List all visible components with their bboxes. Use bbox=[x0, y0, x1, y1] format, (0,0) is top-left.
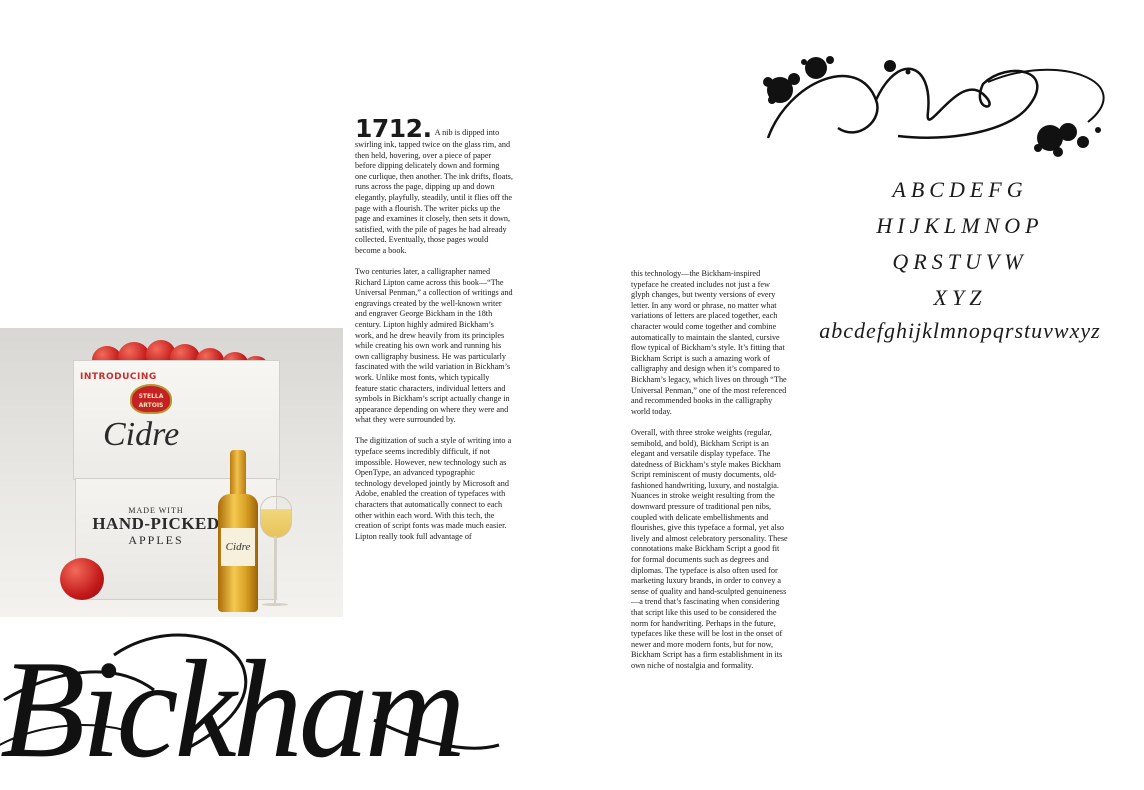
specimen-uppercase-line: HIJKLMNOP bbox=[876, 213, 1044, 238]
article-paragraph: The digitization of such a style of writ… bbox=[355, 436, 512, 541]
cider-glass bbox=[260, 496, 292, 538]
bottle-label: Cidre bbox=[221, 528, 255, 566]
specimen-uppercase-line: XYZ bbox=[933, 285, 987, 310]
article-paragraph: Overall, with three stroke weights (regu… bbox=[631, 427, 788, 670]
apples-text: APPLES bbox=[128, 533, 184, 547]
hand-picked-text: HAND-PICKED bbox=[92, 514, 220, 533]
article-column-left: 1712. A nib is dipped into swirling ink, … bbox=[355, 116, 513, 553]
alphabet-specimen: ABCDEFG HIJKLMNOP QRSTUVW XYZ abcdefghij… bbox=[790, 172, 1130, 346]
year-heading: 1712. bbox=[355, 114, 432, 143]
glass-stem bbox=[274, 536, 276, 604]
specimen-uppercase-line: QRSTUVW bbox=[892, 249, 1028, 274]
glass-foot bbox=[262, 603, 288, 606]
wordmark-text: Bickham bbox=[0, 632, 466, 787]
specimen-lowercase-line: abcdefghijklmnopqrstuvwxyz bbox=[819, 318, 1101, 343]
apple bbox=[60, 558, 104, 600]
paragraph-text: A nib is dipped into swirling ink, tappe… bbox=[355, 128, 513, 255]
article-paragraph: 1712. A nib is dipped into swirling ink, … bbox=[355, 116, 513, 257]
cidre-product-photo: INTRODUCING STELLA ARTOIS Cidre MADE WIT… bbox=[0, 328, 343, 617]
crate-cidre-word: Cidre bbox=[103, 416, 180, 453]
cidre-bottle: Cidre bbox=[218, 450, 258, 612]
magazine-spread: 1712. A nib is dipped into swirling ink, … bbox=[0, 0, 1144, 787]
introducing-label: INTRODUCING bbox=[80, 372, 157, 382]
specimen-uppercase-line: ABCDEFG bbox=[892, 177, 1028, 202]
article-paragraph: this technology—the Bickham-inspired typ… bbox=[631, 269, 787, 416]
stella-artois-badge: STELLA ARTOIS bbox=[130, 384, 172, 414]
bickham-wordmark: Bickham bbox=[0, 630, 514, 787]
article-column-right: this technology—the Bickham-inspired typ… bbox=[631, 269, 789, 682]
handpicked-stamp: MADE WITH HAND-PICKED APPLES bbox=[86, 506, 226, 548]
article-paragraph: Two centuries later, a calligrapher name… bbox=[355, 267, 513, 425]
ink-flourish-n bbox=[763, 56, 1105, 157]
